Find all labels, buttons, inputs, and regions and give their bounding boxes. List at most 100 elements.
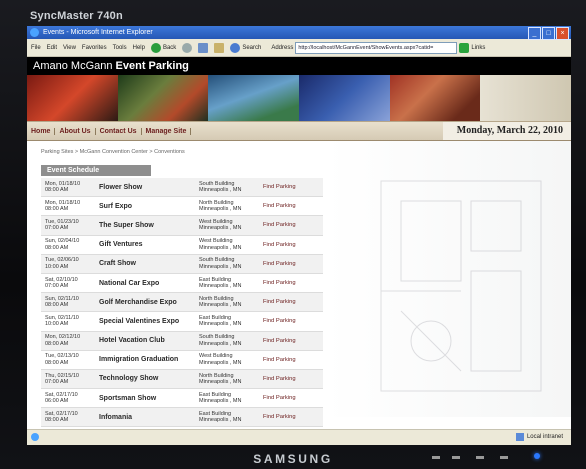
browser-toolbar: File Edit View Favorites Tools Help Back… [27, 39, 571, 57]
site-navigation: Home About Us Contact Us Manage Site Mon… [27, 121, 571, 141]
building-plan-watermark [380, 180, 542, 392]
menu-favorites[interactable]: Favorites [82, 45, 107, 51]
monitor-button[interactable] [476, 456, 484, 459]
intranet-icon [515, 433, 524, 441]
main-content: Parking Sites > McGann Convention Center… [27, 141, 571, 428]
event-datetime: Sat, 02/10/10 07:00 AM [45, 276, 78, 290]
event-datetime: Tue, 02/06/10 10:00 AM [45, 257, 79, 270]
site-title-bold: Event Parking [115, 60, 189, 72]
event-name: Flower Show [99, 183, 143, 191]
status-bar: Local intranet [27, 429, 571, 445]
event-datetime: Sun, 02/11/10 10:00 AM [45, 315, 79, 328]
back-arrow-icon [150, 42, 161, 53]
event-name: Craft Show [99, 260, 136, 268]
event-datetime: Thu, 02/15/10 07:00 AM [45, 372, 79, 385]
maximize-button[interactable]: □ [542, 27, 555, 40]
banner-image-blank [480, 75, 571, 121]
event-name: Immigration Graduation [99, 356, 179, 364]
breadcrumb[interactable]: Parking Sites > McGann Convention Center… [41, 149, 185, 155]
menu-tools[interactable]: Tools [113, 45, 127, 51]
find-parking-link[interactable]: Find Parking [263, 203, 296, 209]
power-led-icon[interactable] [534, 453, 540, 459]
table-row: Sat, 02/10/10 07:00 AM National Car Expo … [41, 273, 323, 294]
event-datetime: Sat, 02/17/10 08:00 AM [45, 410, 78, 424]
nav-about-us[interactable]: About Us [55, 127, 96, 135]
nav-manage-site[interactable]: Manage Site [142, 127, 192, 135]
find-parking-link[interactable]: Find Parking [263, 299, 296, 305]
event-name: Hotel Vacation Club [99, 337, 165, 345]
site-title-plain: Amano McGann [33, 60, 113, 72]
page-status-icon [31, 433, 39, 441]
monitor-button[interactable] [432, 456, 440, 459]
nav-contact-us[interactable]: Contact Us [96, 127, 142, 135]
menu-edit[interactable]: Edit [47, 45, 57, 51]
table-row: Sun, 02/11/10 08:00 AM Golf Merchandise E… [41, 293, 323, 313]
back-button[interactable]: Back [150, 42, 176, 53]
event-location: South Building Minneapolis , MN [199, 334, 242, 347]
find-parking-link[interactable]: Find Parking [263, 280, 296, 286]
event-location: West Building Minneapolis , MN [199, 219, 242, 232]
find-parking-link[interactable]: Find Parking [263, 184, 296, 190]
menu-help[interactable]: Help [133, 45, 145, 51]
find-parking-link[interactable]: Find Parking [263, 222, 296, 228]
table-row: Sat, 02/17/10 06:00 AM Sportsman Show Eas… [41, 389, 323, 409]
event-name: Sportsman Show [99, 394, 157, 402]
find-parking-link[interactable]: Find Parking [263, 242, 296, 248]
address-bar: Address http://localhost/McGannEvent/Sho… [271, 41, 485, 54]
menu-file[interactable]: File [31, 45, 41, 51]
find-parking-link[interactable]: Find Parking [263, 357, 296, 363]
search-icon [230, 42, 241, 53]
browser-window: Events - Microsoft Internet Explorer _ □… [27, 26, 571, 445]
event-datetime: Sat, 02/17/10 06:00 AM [45, 391, 78, 405]
find-parking-link[interactable]: Find Parking [263, 318, 296, 324]
event-datetime: Mon, 01/18/10 08:00 AM [45, 180, 81, 194]
monitor-button[interactable] [452, 456, 460, 459]
event-name: The Super Show [99, 221, 154, 229]
monitor-button[interactable] [500, 456, 508, 459]
monitor-bezel: SyncMaster 740n Events - Microsoft Inter… [0, 0, 586, 469]
minimize-button[interactable]: _ [528, 27, 541, 40]
find-parking-link[interactable]: Find Parking [263, 414, 296, 420]
event-name: Gift Ventures [99, 241, 143, 249]
event-location: East Building Minneapolis , MN [199, 410, 242, 424]
menu-view[interactable]: View [63, 45, 76, 51]
address-label: Address [271, 44, 294, 51]
event-datetime: Tue, 01/23/10 07:00 AM [45, 219, 79, 232]
event-location: East Building Minneapolis , MN [199, 315, 242, 328]
banner-image-track [389, 75, 481, 121]
nav-home[interactable]: Home [27, 127, 56, 135]
close-button[interactable]: × [556, 27, 569, 40]
search-button[interactable]: Search [230, 42, 261, 53]
find-parking-link[interactable]: Find Parking [263, 376, 296, 382]
refresh-icon[interactable] [198, 42, 209, 53]
event-name: National Car Expo [99, 279, 160, 287]
forward-arrow-icon[interactable] [182, 42, 193, 53]
find-parking-link[interactable]: Find Parking [263, 395, 296, 401]
table-row: Sun, 02/11/10 10:00 AM Special Valentines… [41, 312, 323, 332]
banner-image-crowd [117, 75, 209, 121]
banner-image-stadium [208, 75, 300, 121]
ie-logo-icon [30, 28, 39, 37]
find-parking-link[interactable]: Find Parking [263, 338, 296, 344]
links-label[interactable]: Links [471, 45, 485, 51]
window-controls: _ □ × [528, 27, 569, 40]
banner-images [27, 75, 571, 121]
event-location: East Building Minneapolis , MN [199, 276, 242, 290]
home-icon[interactable] [214, 42, 225, 53]
find-parking-link[interactable]: Find Parking [263, 261, 296, 267]
event-location: North Building Minneapolis , MN [199, 372, 242, 385]
current-date: Monday, March 22, 2010 [442, 122, 571, 140]
banner-image-concert [27, 75, 118, 121]
event-location: East Building Minneapolis , MN [199, 391, 242, 405]
monitor-model-label: SyncMaster 740n [30, 10, 123, 22]
event-datetime: Tue, 02/13/10 08:00 AM [45, 353, 79, 366]
go-button[interactable] [459, 42, 470, 53]
site-header: Amano McGann Event Parking [27, 57, 571, 75]
table-row: Tue, 01/23/10 07:00 AM The Super Show Wes… [41, 216, 323, 236]
event-datetime: Sun, 02/04/10 08:00 AM [45, 238, 80, 251]
window-title: Events - Microsoft Internet Explorer [43, 29, 153, 36]
event-location: South Building Minneapolis , MN [199, 180, 242, 194]
table-row: Mon, 01/18/10 08:00 AM Flower Show South … [41, 178, 323, 198]
url-input[interactable]: http://localhost/McGannEvent/ShowEvents.… [295, 41, 458, 54]
table-row: Sat, 02/17/10 08:00 AM Infomania East Bui… [41, 408, 323, 428]
